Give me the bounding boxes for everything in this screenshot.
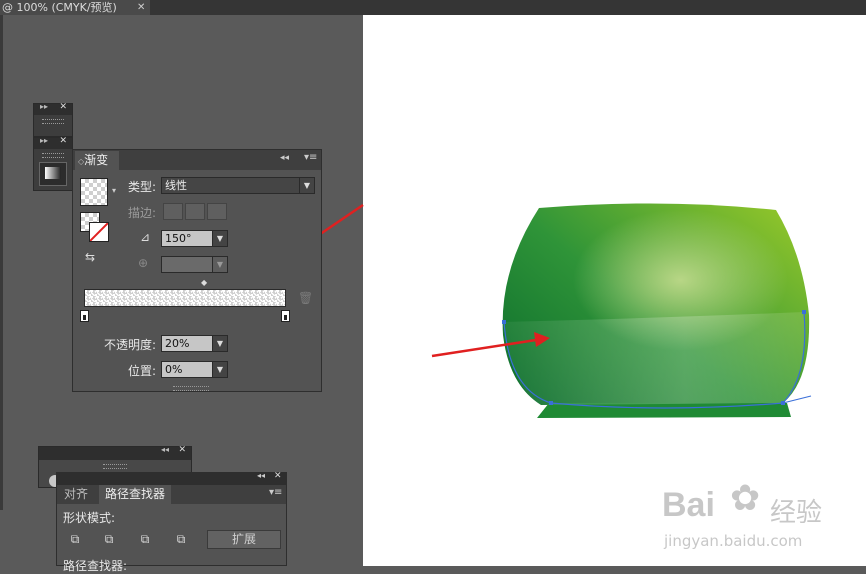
gradient-stop-left[interactable] — [80, 310, 89, 322]
gradient-preview-swatch[interactable] — [80, 178, 108, 206]
watermark-url: jingyan.baidu.com — [664, 532, 803, 550]
stroke-label: 描边: — [128, 206, 157, 220]
panel-menu-icon[interactable]: ▾≡ — [304, 152, 317, 163]
watermark-brand-cn: 经验 — [770, 498, 823, 528]
baidu-watermark: Bai ✿ 经验 jingyan.baidu.com — [662, 472, 862, 562]
panel-resize-grip[interactable] — [173, 386, 209, 391]
annotation-arrowhead — [534, 332, 550, 347]
tab-gradient-label: 渐变 — [84, 153, 109, 167]
expand-button[interactable]: 扩展 — [207, 530, 281, 549]
close-icon[interactable]: ✕ — [59, 102, 67, 112]
location-dropdown-icon[interactable]: ▼ — [212, 361, 228, 378]
type-select[interactable]: 线性 — [161, 177, 301, 194]
gradient-panel-icon[interactable] — [39, 162, 67, 186]
mini-panel-gradient[interactable]: ▸▸ ✕ — [33, 136, 73, 191]
aspect-ratio-input — [161, 256, 213, 273]
opacity-dropdown-icon[interactable]: ▼ — [212, 335, 228, 352]
type-dropdown-icon[interactable]: ▼ — [299, 177, 315, 194]
gradient-panel-header[interactable]: ◇渐变 ◂◂ ▾≡ — [73, 150, 321, 170]
panel-menu-icon[interactable]: ▾≡ — [269, 487, 282, 498]
paw-icon: ✿ — [730, 478, 761, 519]
stroke-within-button[interactable] — [163, 203, 183, 220]
location-input[interactable]: 0% — [161, 361, 213, 378]
stroke-swatch[interactable] — [89, 222, 109, 242]
collapse-icon[interactable]: ◂◂ — [161, 445, 169, 454]
collapse-icon[interactable]: ◂◂ — [257, 471, 265, 480]
mini-panel-top[interactable]: ▸▸ ✕ — [33, 102, 73, 137]
drag-grip[interactable] — [42, 119, 64, 124]
expand-arrows-icon[interactable]: ▸▸ — [40, 136, 48, 145]
trash-icon[interactable]: 🗑 — [298, 291, 313, 305]
exclude-icon[interactable]: ⧉ — [173, 531, 189, 547]
unite-icon[interactable]: ⧉ — [67, 531, 83, 547]
expand-arrows-icon[interactable]: ▸▸ — [40, 102, 48, 111]
pathfinder-panel-header[interactable]: ◂◂ ✕ — [57, 471, 286, 485]
location-label: 位置: — [128, 364, 157, 378]
tab-pathfinder[interactable]: 路径查找器 — [99, 485, 171, 504]
pathfinder-panel: ◂◂ ✕ 对齐 路径查找器 ▾≡ 形状模式: ⧉ ⧉ ⧉ ⧉ 扩展 路径查找器: — [56, 471, 287, 573]
close-icon[interactable]: ✕ — [178, 445, 186, 455]
drag-grip[interactable] — [42, 153, 64, 158]
aspect-ratio-dropdown-icon: ▼ — [212, 256, 228, 273]
gradient-panel: ◇渐变 ◂◂ ▾≡ ▾ ⇆ 类型: 线性 ▼ 描边: ⊿ 150° ▼ ⊕ ▼ … — [72, 149, 322, 392]
type-label: 类型: — [128, 180, 157, 194]
intersect-icon[interactable]: ⧉ — [137, 531, 153, 547]
close-icon[interactable]: ✕ — [274, 471, 282, 481]
opacity-input[interactable]: 20% — [161, 335, 213, 352]
minus-front-icon[interactable]: ⧉ — [101, 531, 117, 547]
reverse-gradient-icon[interactable]: ⇆ — [85, 250, 95, 264]
angle-input[interactable]: 150° — [161, 230, 213, 247]
gradient-stop-right[interactable] — [281, 310, 290, 322]
mini-panel-header[interactable]: ▸▸ ✕ — [34, 102, 72, 115]
no-stroke-icon — [90, 223, 108, 241]
mini-panel-header[interactable]: ▸▸ ✕ — [34, 136, 72, 149]
drag-grip[interactable] — [103, 464, 127, 469]
gradient-slider-bar[interactable] — [84, 289, 286, 307]
gradient-swatch-icon — [45, 167, 61, 179]
midpoint-diamond-icon[interactable]: ◆ — [201, 278, 207, 287]
collapse-icon[interactable]: ◂◂ — [280, 153, 289, 163]
pathfinder-tabs: 对齐 路径查找器 ▾≡ — [57, 485, 286, 504]
shape-modes-label: 形状模式: — [63, 511, 116, 525]
stroke-along-button[interactable] — [185, 203, 205, 220]
tab-gradient[interactable]: ◇渐变 — [75, 151, 119, 170]
stroke-across-button[interactable] — [207, 203, 227, 220]
opacity-label: 不透明度: — [104, 338, 157, 352]
angle-dropdown-icon[interactable]: ▼ — [212, 230, 228, 247]
watermark-brand: Bai — [662, 486, 715, 524]
collapsed-panel-header[interactable]: ◂◂ ✕ — [39, 445, 191, 460]
aspect-ratio-icon: ⊕ — [138, 256, 149, 270]
close-icon[interactable]: ✕ — [59, 136, 67, 146]
annotation-arrow — [431, 338, 537, 358]
angle-icon: ⊿ — [140, 230, 151, 244]
tab-align[interactable]: 对齐 — [64, 485, 88, 504]
swatch-dropdown-icon[interactable]: ▾ — [112, 186, 116, 195]
